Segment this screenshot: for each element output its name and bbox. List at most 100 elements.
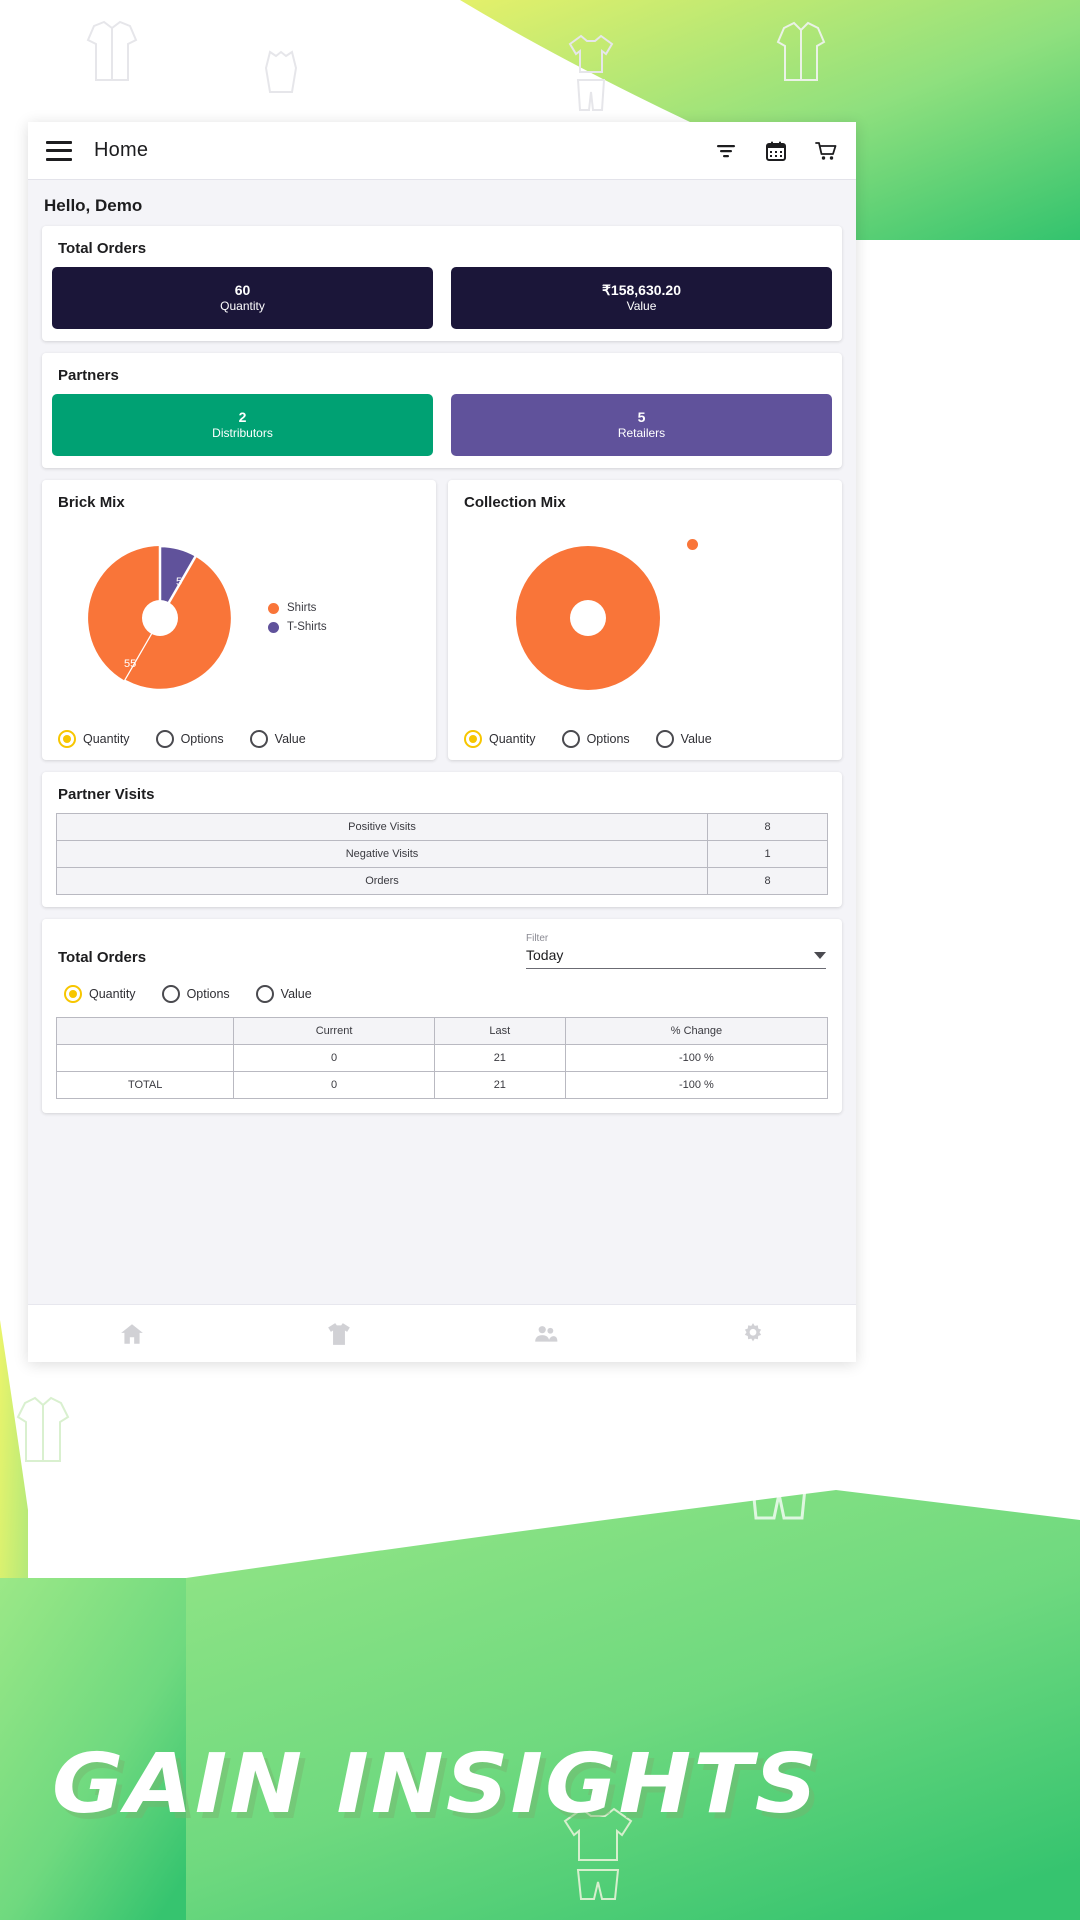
background-green-swoosh-bottom xyxy=(0,1320,1080,1920)
radio-ring-options xyxy=(155,730,174,748)
home-icon xyxy=(119,1321,145,1347)
total-orders-detail-title: Total Orders xyxy=(58,949,147,966)
radio-ring-value xyxy=(249,730,268,748)
collection-mix-radio-options[interactable]: Options xyxy=(561,730,630,748)
partners-card: Partners 2 Distributors 5 Retailers xyxy=(42,353,842,468)
collection-mix-radio-group: Quantity Options Value xyxy=(458,724,832,750)
orders-row-1-col-1: 0 xyxy=(233,1071,435,1099)
retailers-label: Retailers xyxy=(617,426,666,441)
total-orders-detail-header: Total Orders Filter Today xyxy=(42,933,842,969)
distributors-label: Distributors xyxy=(212,426,273,441)
brick-mix-radio-value-label: Value xyxy=(274,732,306,746)
total-orders-radio-options[interactable]: Options xyxy=(161,985,230,1003)
garment-outline-jacket xyxy=(86,20,138,81)
legend-label-tshirts: T-Shirts xyxy=(287,621,327,633)
orders-col-1-header: Current xyxy=(233,1017,435,1045)
promo-headline: GAIN INSIGHTS xyxy=(52,1737,820,1832)
legend-item-shirts: Shirts xyxy=(268,602,327,614)
collection-mix-radio-value[interactable]: Value xyxy=(655,730,712,748)
brick-mix-donut-chart: 5 55 xyxy=(80,538,240,698)
brick-mix-legend: Shirts T-Shirts xyxy=(268,602,327,633)
total-orders-radio-options-label: Options xyxy=(186,987,230,1001)
total-orders-radio-value[interactable]: Value xyxy=(255,985,312,1003)
brick-mix-radio-group: Quantity Options Value xyxy=(52,724,426,750)
table-row: Positive Visits 8 xyxy=(56,813,828,841)
nav-item-partners[interactable] xyxy=(516,1314,576,1354)
bottom-navigation-bar xyxy=(28,1304,856,1362)
legend-item-collection xyxy=(687,539,706,550)
total-orders-quantity-tile[interactable]: 60 Quantity xyxy=(52,267,433,329)
partner-visits-row-2-name: Orders xyxy=(56,867,708,895)
total-orders-quantity-value: 60 xyxy=(234,281,251,298)
collection-mix-legend xyxy=(687,539,706,550)
retailers-tile[interactable]: 5 Retailers xyxy=(451,394,832,456)
radio-ring-value xyxy=(655,730,674,748)
radio-ring-quantity xyxy=(464,730,482,748)
table-row: Orders 8 xyxy=(56,867,828,895)
collection-mix-title: Collection Mix xyxy=(464,494,566,511)
total-orders-value-value: ₹158,630.20 xyxy=(602,281,681,298)
filter-dropdown[interactable]: Filter Today xyxy=(526,933,826,969)
partner-visits-card: Partner Visits Positive Visits 8 Negativ… xyxy=(42,772,842,907)
partner-visits-row-0-name: Positive Visits xyxy=(56,813,708,841)
radio-ring-value xyxy=(255,985,274,1003)
tshirt-icon xyxy=(326,1321,352,1347)
table-row: TOTAL 0 21 -100 % xyxy=(55,1071,829,1099)
filter-select[interactable]: Today xyxy=(526,946,826,969)
nav-item-settings[interactable] xyxy=(723,1314,783,1354)
calendar-icon[interactable] xyxy=(764,139,788,163)
total-orders-value-tile[interactable]: ₹158,630.20 Value xyxy=(451,267,832,329)
hamburger-menu-icon[interactable] xyxy=(46,140,72,161)
garment-outline-tshirt-shorts-bottom xyxy=(731,1392,827,1520)
garment-outline-tshirt-shorts-bottom-2 xyxy=(563,1807,633,1900)
brick-mix-radio-quantity-label: Quantity xyxy=(83,732,130,746)
brick-mix-card: Brick Mix 5 55 Shirts T-Shirts Quantity … xyxy=(42,480,436,760)
total-orders-radio-quantity-label: Quantity xyxy=(89,987,136,1001)
collection-mix-radio-options-label: Options xyxy=(586,732,630,746)
nav-item-home[interactable] xyxy=(102,1314,162,1354)
retailers-value: 5 xyxy=(637,408,646,425)
radio-ring-quantity xyxy=(64,985,82,1003)
collection-mix-radio-quantity[interactable]: Quantity xyxy=(464,730,536,748)
partner-visits-row-0-value: 8 xyxy=(707,813,828,841)
brick-mix-slice-label-shirts: 55 xyxy=(124,657,137,670)
brick-mix-slice-label-tshirts: 5 xyxy=(176,575,183,588)
radio-ring-quantity xyxy=(58,730,76,748)
collection-mix-plot xyxy=(458,511,832,724)
collection-mix-donut-chart xyxy=(508,538,668,698)
brick-mix-radio-options[interactable]: Options xyxy=(155,730,224,748)
brick-mix-radio-options-label: Options xyxy=(180,732,224,746)
total-orders-tiles: 60 Quantity ₹158,630.20 Value xyxy=(52,267,832,329)
collection-mix-card: Collection Mix Quantity Options Value xyxy=(448,480,842,760)
total-orders-radio-group: Quantity Options Value xyxy=(42,969,842,1017)
brick-mix-radio-value[interactable]: Value xyxy=(249,730,306,748)
cart-icon[interactable] xyxy=(814,139,838,163)
total-orders-table: Current Last % Change 0 21 -100 % TOTAL … xyxy=(55,1017,829,1099)
filter-label: Filter xyxy=(526,933,549,944)
orders-row-0-col-2: 21 xyxy=(433,1044,566,1072)
radio-ring-options xyxy=(161,985,180,1003)
mix-charts-row: Brick Mix 5 55 Shirts T-Shirts Quantity … xyxy=(42,480,842,760)
garment-outline-hoodie xyxy=(776,21,826,81)
brick-mix-radio-quantity[interactable]: Quantity xyxy=(58,730,130,748)
total-orders-radio-quantity[interactable]: Quantity xyxy=(64,985,136,1003)
garment-outline-jacket-bottom xyxy=(16,1396,70,1462)
chevron-down-icon[interactable] xyxy=(814,951,826,959)
partner-visits-row-1-value: 1 xyxy=(707,840,828,868)
page-body: Hello, Demo Total Orders 60 Quantity ₹15… xyxy=(28,180,856,1304)
partner-visits-table-wrap: Positive Visits 8 Negative Visits 1 Orde… xyxy=(42,813,842,907)
filter-selected-value: Today xyxy=(526,947,564,963)
app-bar: Home xyxy=(28,122,856,180)
app-bar-actions xyxy=(714,139,838,163)
app-screenshot: Home Hello, Demo Total Orders 60 Quantit… xyxy=(0,0,1080,1920)
distributors-tile[interactable]: 2 Distributors xyxy=(52,394,433,456)
orders-col-2-header: Last xyxy=(433,1017,566,1045)
orders-row-1-col-0: TOTAL xyxy=(55,1071,235,1099)
filter-icon[interactable] xyxy=(714,139,738,163)
collection-mix-radio-value-label: Value xyxy=(680,732,712,746)
orders-row-0-col-1: 0 xyxy=(233,1044,435,1072)
total-orders-radio-value-label: Value xyxy=(280,987,312,1001)
nav-item-products[interactable] xyxy=(309,1314,369,1354)
table-header-row: Current Last % Change xyxy=(55,1017,829,1045)
total-orders-title: Total Orders xyxy=(58,240,147,257)
